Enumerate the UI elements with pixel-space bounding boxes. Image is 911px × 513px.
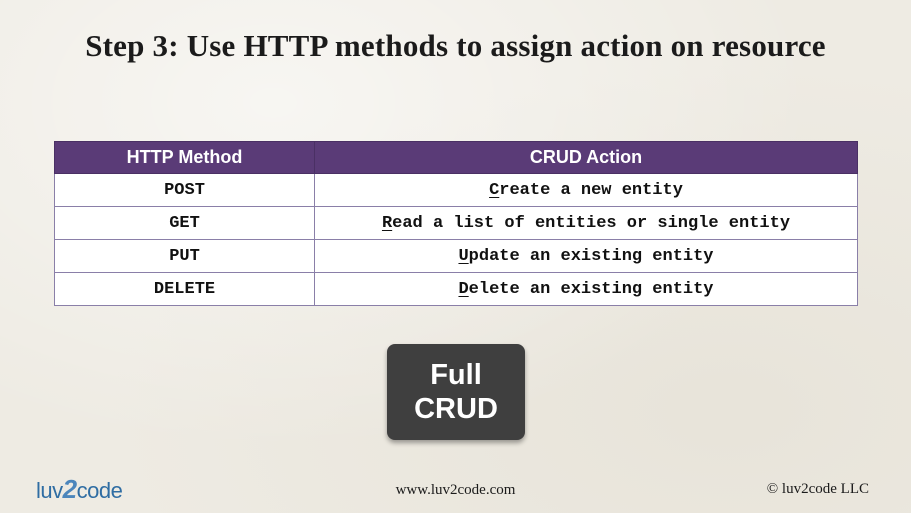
- action-cell: Update an existing entity: [314, 239, 858, 273]
- full-crud-badge: Full CRUD: [387, 344, 525, 440]
- action-cell: Create a new entity: [314, 173, 858, 207]
- table-row: DELETE Delete an existing entity: [54, 272, 858, 306]
- table-row: POST Create a new entity: [54, 173, 858, 207]
- method-cell: GET: [54, 206, 315, 240]
- http-crud-table: HTTP Method CRUD Action POST Create a ne…: [54, 141, 858, 306]
- table-row: PUT Update an existing entity: [54, 239, 858, 273]
- action-initial: D: [458, 279, 469, 299]
- badge-line-1: Full: [430, 359, 482, 391]
- table-row: GET Read a list of entities or single en…: [54, 206, 858, 240]
- action-text: ead a list of entities or single entity: [392, 213, 791, 233]
- action-cell: Delete an existing entity: [314, 272, 858, 306]
- badge-line-2: CRUD: [414, 393, 498, 425]
- method-cell: DELETE: [54, 272, 315, 306]
- method-cell: PUT: [54, 239, 315, 273]
- action-text: pdate an existing entity: [468, 246, 714, 266]
- action-cell: Read a list of entities or single entity: [314, 206, 858, 240]
- action-text: reate a new entity: [499, 180, 683, 200]
- footer-copyright: © luv2code LLC: [766, 481, 869, 497]
- slide-background: Step 3: Use HTTP methods to assign actio…: [0, 0, 911, 513]
- method-cell: POST: [54, 173, 315, 207]
- table-header-row: HTTP Method CRUD Action: [54, 141, 858, 174]
- action-initial: R: [381, 213, 393, 233]
- header-http-method: HTTP Method: [54, 141, 315, 174]
- action-text: elete an existing entity: [468, 279, 714, 299]
- action-initial: C: [489, 180, 500, 200]
- action-initial: U: [458, 246, 469, 266]
- header-crud-action: CRUD Action: [314, 141, 858, 174]
- slide-title: Step 3: Use HTTP methods to assign actio…: [85, 28, 826, 63]
